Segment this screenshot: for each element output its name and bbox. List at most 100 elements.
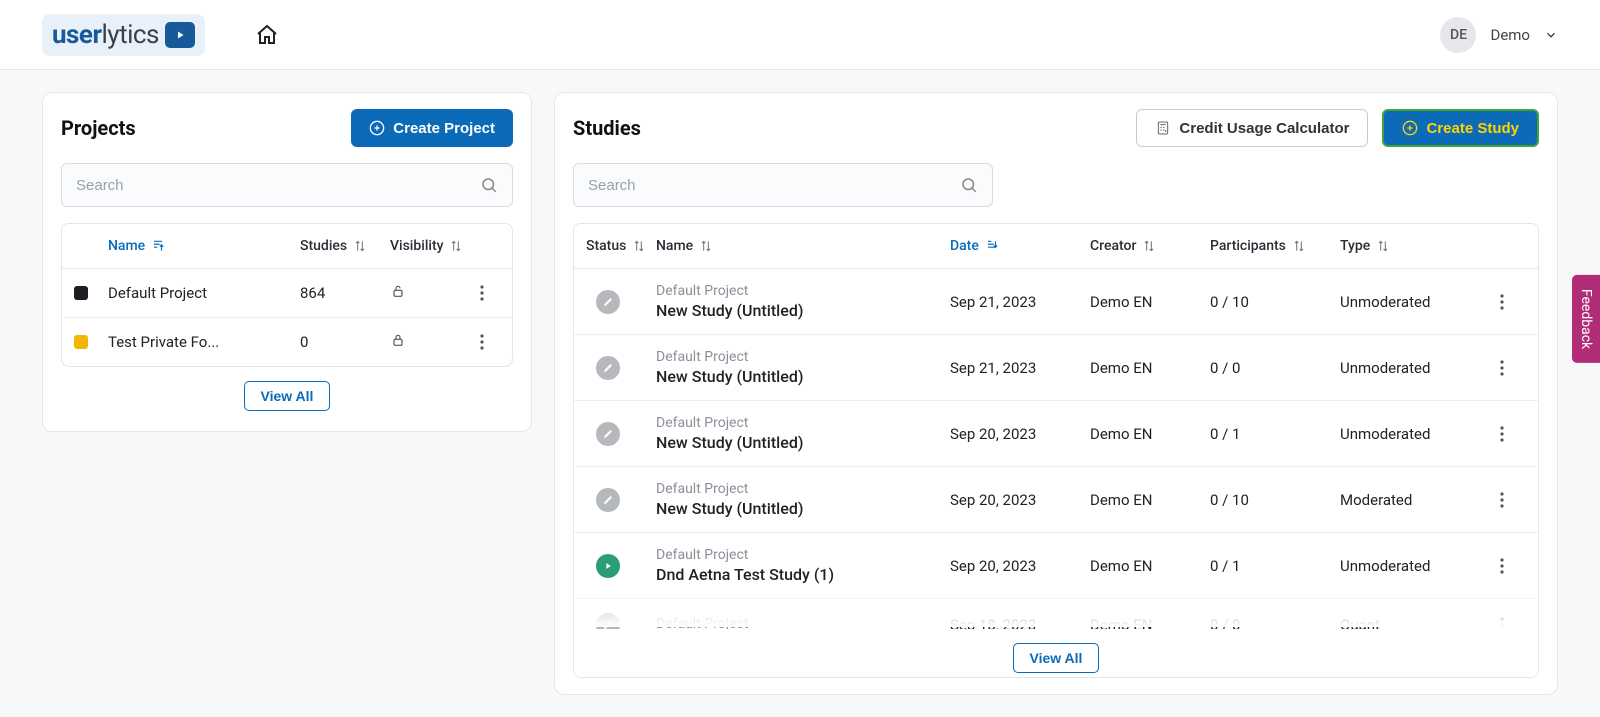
row-menu-icon[interactable] [1500,617,1504,629]
projects-search[interactable] [61,163,513,207]
plus-circle-icon [369,120,385,136]
create-study-label: Create Study [1426,120,1519,137]
studies-search-input[interactable] [588,177,952,194]
credit-usage-calculator-button[interactable]: Credit Usage Calculator [1136,109,1368,147]
studies-table: Status Name Date Creator Participants [573,223,1539,678]
study-title: New Study (Untitled) [656,433,950,452]
project-studies-count: 864 [300,284,390,302]
study-title: New Study (Untitled) [656,301,950,320]
study-participants: 0 / 0 [1210,359,1340,377]
study-date: Sep 20, 2023 [950,557,1090,575]
lock-open-icon [390,283,406,299]
row-menu-icon[interactable] [1500,294,1504,310]
project-name: Test Private Fo... [108,333,300,351]
row-menu-icon[interactable] [1500,360,1504,376]
table-row[interactable]: Test Private Fo...0 [62,318,512,366]
study-type: Quant [1340,616,1500,629]
draft-icon [602,619,614,629]
col-studies[interactable]: Studies [300,238,390,254]
col-creator[interactable]: Creator [1090,238,1210,254]
study-project: Default Project [656,616,950,629]
user-menu[interactable]: DE Demo [1440,17,1558,53]
row-menu-icon[interactable] [480,334,484,350]
status-badge [596,613,620,629]
status-badge [596,290,620,314]
feedback-tab[interactable]: Feedback [1572,275,1600,363]
main: Projects Create Project Name Studies [0,70,1600,717]
study-type: Unmoderated [1340,557,1500,575]
table-row[interactable]: Default ProjectSep 18, 2023Demo EN0 / 0Q… [574,599,1538,629]
studies-search[interactable] [573,163,993,207]
sort-icon [1142,239,1156,253]
projects-search-input[interactable] [76,177,472,194]
table-row[interactable]: Default ProjectNew Study (Untitled)Sep 2… [574,401,1538,467]
study-date: Sep 18, 2023 [950,616,1090,629]
col-study-name[interactable]: Name [656,238,950,254]
studies-view-all-button[interactable]: View All [1013,643,1100,673]
study-project: Default Project [656,349,950,365]
sort-icon [353,239,367,253]
table-row[interactable]: Default ProjectNew Study (Untitled)Sep 2… [574,467,1538,533]
table-row[interactable]: Default ProjectNew Study (Untitled)Sep 2… [574,269,1538,335]
col-type[interactable]: Type [1340,238,1500,254]
row-menu-icon[interactable] [1500,492,1504,508]
project-name: Default Project [108,284,300,302]
studies-table-header: Status Name Date Creator Participants [574,224,1538,269]
search-icon [960,176,978,194]
play-icon [603,561,613,571]
col-status[interactable]: Status [586,238,656,254]
table-row[interactable]: Default Project Dnd Aetna Test Study (1)S… [574,533,1538,599]
col-name[interactable]: Name [108,238,300,254]
status-badge [596,488,620,512]
study-name-cell: Default Project Dnd Aetna Test Study (1) [656,547,950,584]
study-project: Default Project [656,547,950,563]
study-creator: Demo EN [1090,491,1210,509]
study-title: New Study (Untitled) [656,499,950,518]
draft-icon [602,296,614,308]
logo-play-icon [165,22,195,48]
study-creator: Demo EN [1090,293,1210,311]
row-menu-icon[interactable] [480,285,484,301]
draft-icon [602,428,614,440]
table-row[interactable]: Default Project864 [62,269,512,318]
sort-asc-icon [151,239,165,253]
logo-user-text: user [52,20,101,50]
study-creator: Demo EN [1090,616,1210,629]
study-participants: 0 / 0 [1210,616,1340,629]
col-participants[interactable]: Participants [1210,238,1340,254]
create-project-button[interactable]: Create Project [351,109,513,147]
lock-closed-icon [390,332,406,348]
col-visibility[interactable]: Visibility [390,238,480,254]
study-creator: Demo EN [1090,359,1210,377]
study-title: New Study (Untitled) [656,367,950,386]
study-date: Sep 20, 2023 [950,491,1090,509]
study-name-cell: Default ProjectNew Study (Untitled) [656,481,950,518]
study-participants: 0 / 1 [1210,557,1340,575]
logo[interactable]: userlytics [42,14,205,56]
project-color-dot [74,335,88,349]
sort-icon [1292,239,1306,253]
sort-icon [449,239,463,253]
study-date: Sep 21, 2023 [950,359,1090,377]
row-menu-icon[interactable] [1500,558,1504,574]
projects-view-all-button[interactable]: View All [244,381,331,411]
home-icon[interactable] [255,23,279,47]
sort-icon [632,239,646,253]
study-date: Sep 20, 2023 [950,425,1090,443]
plus-circle-icon [1402,120,1418,136]
status-badge [596,422,620,446]
project-studies-count: 0 [300,333,390,351]
study-title: Dnd Aetna Test Study (1) [656,565,950,584]
create-study-button[interactable]: Create Study [1382,109,1539,147]
study-name-cell: Default Project New Study (Untitled) [656,349,950,386]
table-row[interactable]: Default Project New Study (Untitled)Sep 2… [574,335,1538,401]
row-menu-icon[interactable] [1500,426,1504,442]
avatar: DE [1440,17,1476,53]
col-date[interactable]: Date [950,238,1090,254]
studies-title: Studies [573,116,641,140]
calculator-icon [1155,120,1171,136]
create-project-label: Create Project [393,120,495,137]
study-type: Unmoderated [1340,293,1500,311]
study-name-cell: Default ProjectNew Study (Untitled) [656,283,950,320]
study-participants: 0 / 10 [1210,491,1340,509]
